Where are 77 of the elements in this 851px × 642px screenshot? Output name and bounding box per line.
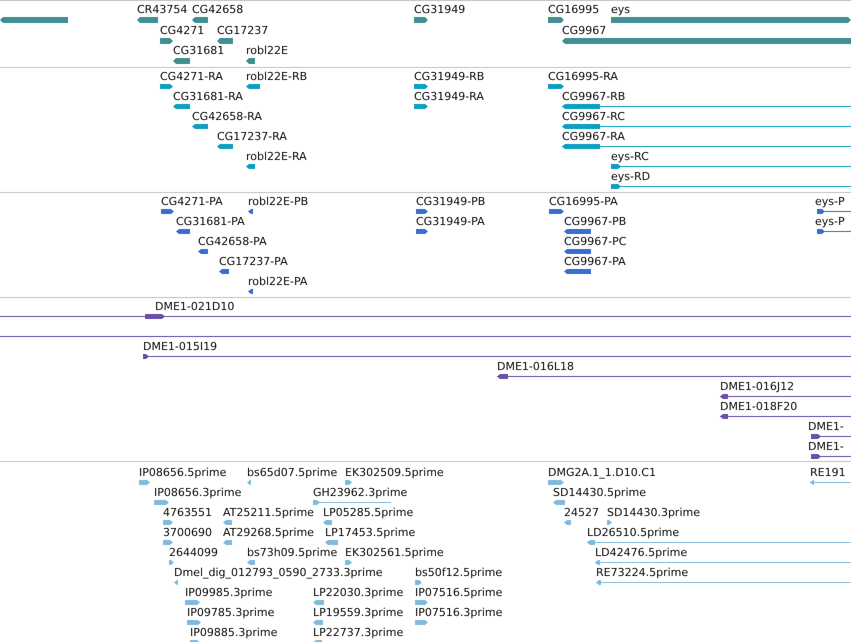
feature-label[interactable]: CG4271-RA xyxy=(160,70,223,83)
feature-label[interactable]: DMG2A.1_1.D10.C1 xyxy=(548,466,656,479)
feature-label[interactable]: bs73h09.5prime xyxy=(247,546,338,559)
feature-label[interactable]: GH23962.3prime xyxy=(313,486,408,499)
feature-label[interactable]: SD14430.5prime xyxy=(553,486,646,499)
feature-label[interactable]: eys-RC xyxy=(611,150,649,163)
feature-label[interactable]: Dmel_dig_012793_0590_2733.3prime xyxy=(174,566,383,579)
feature-label[interactable]: CG9967-RA xyxy=(562,130,625,143)
feature-label[interactable]: robl22E xyxy=(246,44,288,57)
feature-label[interactable]: CG17237-PA xyxy=(219,255,288,268)
feature-label[interactable]: DME1-016J12 xyxy=(720,380,794,393)
feature-label[interactable]: CG31949 xyxy=(414,3,466,16)
feature-label[interactable]: DME1- xyxy=(808,440,844,453)
feature-label[interactable]: robl22E-PA xyxy=(248,275,308,288)
feature-label[interactable]: DME1-016L18 xyxy=(497,360,574,373)
feature-label[interactable]: CG9967-RC xyxy=(562,110,625,123)
feature-label[interactable]: IP09885.3prime xyxy=(190,626,278,639)
feature-label[interactable]: robl22E-PB xyxy=(248,195,308,208)
feature-label[interactable]: 3700690 xyxy=(163,526,212,539)
feature-label[interactable]: EK302509.5prime xyxy=(345,466,444,479)
feature-label[interactable]: CG9967-PA xyxy=(564,255,626,268)
feature-label[interactable]: EK302561.5prime xyxy=(345,546,444,559)
feature-label[interactable]: CG16995-PA xyxy=(549,195,618,208)
feature-label[interactable]: CG9967-RB xyxy=(562,90,626,103)
feature-label[interactable]: IP07516.5prime xyxy=(415,586,502,599)
feature-label[interactable]: CG9967-PC xyxy=(564,235,626,248)
feature-label[interactable]: CG31681-RA xyxy=(173,90,243,103)
feature-label[interactable]: LP05285.5prime xyxy=(323,506,414,519)
feature-label[interactable]: 4763551 xyxy=(163,506,212,519)
feature-label[interactable]: CG17237-RA xyxy=(217,130,287,143)
feature-label[interactable]: AT25211.5prime xyxy=(223,506,314,519)
feature-label[interactable]: RE73224.5prime xyxy=(596,566,688,579)
feature-label[interactable]: CG9967 xyxy=(562,24,606,36)
feature-label[interactable]: CG31949-RA xyxy=(414,90,484,103)
feature-label[interactable]: LD42476.5prime xyxy=(595,546,688,559)
feature-label[interactable]: eys-P xyxy=(815,195,845,208)
feature-label[interactable]: CG31949-PA xyxy=(416,215,485,228)
feature-label[interactable]: IP08656.3prime xyxy=(154,486,242,499)
feature-label[interactable]: IP09785.3prime xyxy=(187,606,274,619)
feature-label[interactable]: CG16995 xyxy=(548,3,600,16)
feature-label[interactable]: 2644099 xyxy=(169,546,218,559)
feature-label[interactable]: DME1-018F20 xyxy=(720,400,798,413)
feature-label[interactable]: LP17453.5prime xyxy=(325,526,416,539)
feature-label[interactable]: SD14430.3prime xyxy=(607,506,700,519)
feature-label[interactable]: LP22737.3prime xyxy=(313,626,404,639)
feature-label[interactable]: robl22E-RA xyxy=(246,150,307,163)
feature-label[interactable]: CG16995-RA xyxy=(548,70,618,83)
feature-label[interactable]: eys-P xyxy=(815,215,845,228)
feature-label[interactable]: IP08656.5prime xyxy=(139,466,226,479)
feature-label[interactable]: IP09985.3prime xyxy=(185,586,272,599)
feature-label[interactable]: CG42658-PA xyxy=(198,235,267,248)
feature-label[interactable]: CG42658-RA xyxy=(192,110,262,123)
feature-label[interactable]: CG31681-PA xyxy=(176,215,245,228)
feature-label[interactable]: CG9967-PB xyxy=(564,215,626,228)
feature-label[interactable]: RE191 xyxy=(810,466,846,479)
feature-label[interactable]: robl22E-RB xyxy=(246,70,308,83)
feature-label[interactable]: eys xyxy=(611,3,630,16)
feature-label[interactable]: bs50f12.5prime xyxy=(415,566,502,579)
feature-label[interactable]: IP07516.3prime xyxy=(415,606,502,619)
feature-label[interactable]: bs65d07.5prime xyxy=(247,466,338,479)
feature-label[interactable]: CG17237 xyxy=(217,24,268,36)
feature-label[interactable]: CG4271 xyxy=(160,24,204,36)
feature-label[interactable]: CR43754 xyxy=(137,3,188,16)
feature-label[interactable]: AT29268.5prime xyxy=(223,526,314,539)
feature-label[interactable]: LD26510.5prime xyxy=(587,526,680,539)
feature-label[interactable]: CG31949-RB xyxy=(414,70,484,83)
feature-label[interactable]: CG42658 xyxy=(192,3,244,16)
feature-label[interactable]: 24527 xyxy=(564,506,599,519)
feature-label[interactable]: DME1- xyxy=(808,420,844,433)
feature-label[interactable]: CG31681 xyxy=(173,44,224,57)
feature-label[interactable]: LP19559.3prime xyxy=(313,606,404,619)
feature-label[interactable]: LP22030.3prime xyxy=(313,586,404,599)
feature-label[interactable]: eys-RD xyxy=(611,170,650,183)
feature-label[interactable]: DME1-021D10 xyxy=(155,300,234,313)
feature-label[interactable]: DME1-015I19 xyxy=(143,340,218,353)
feature-label[interactable]: CG31949-PB xyxy=(416,195,486,208)
feature-label[interactable]: CG4271-PA xyxy=(161,195,223,208)
